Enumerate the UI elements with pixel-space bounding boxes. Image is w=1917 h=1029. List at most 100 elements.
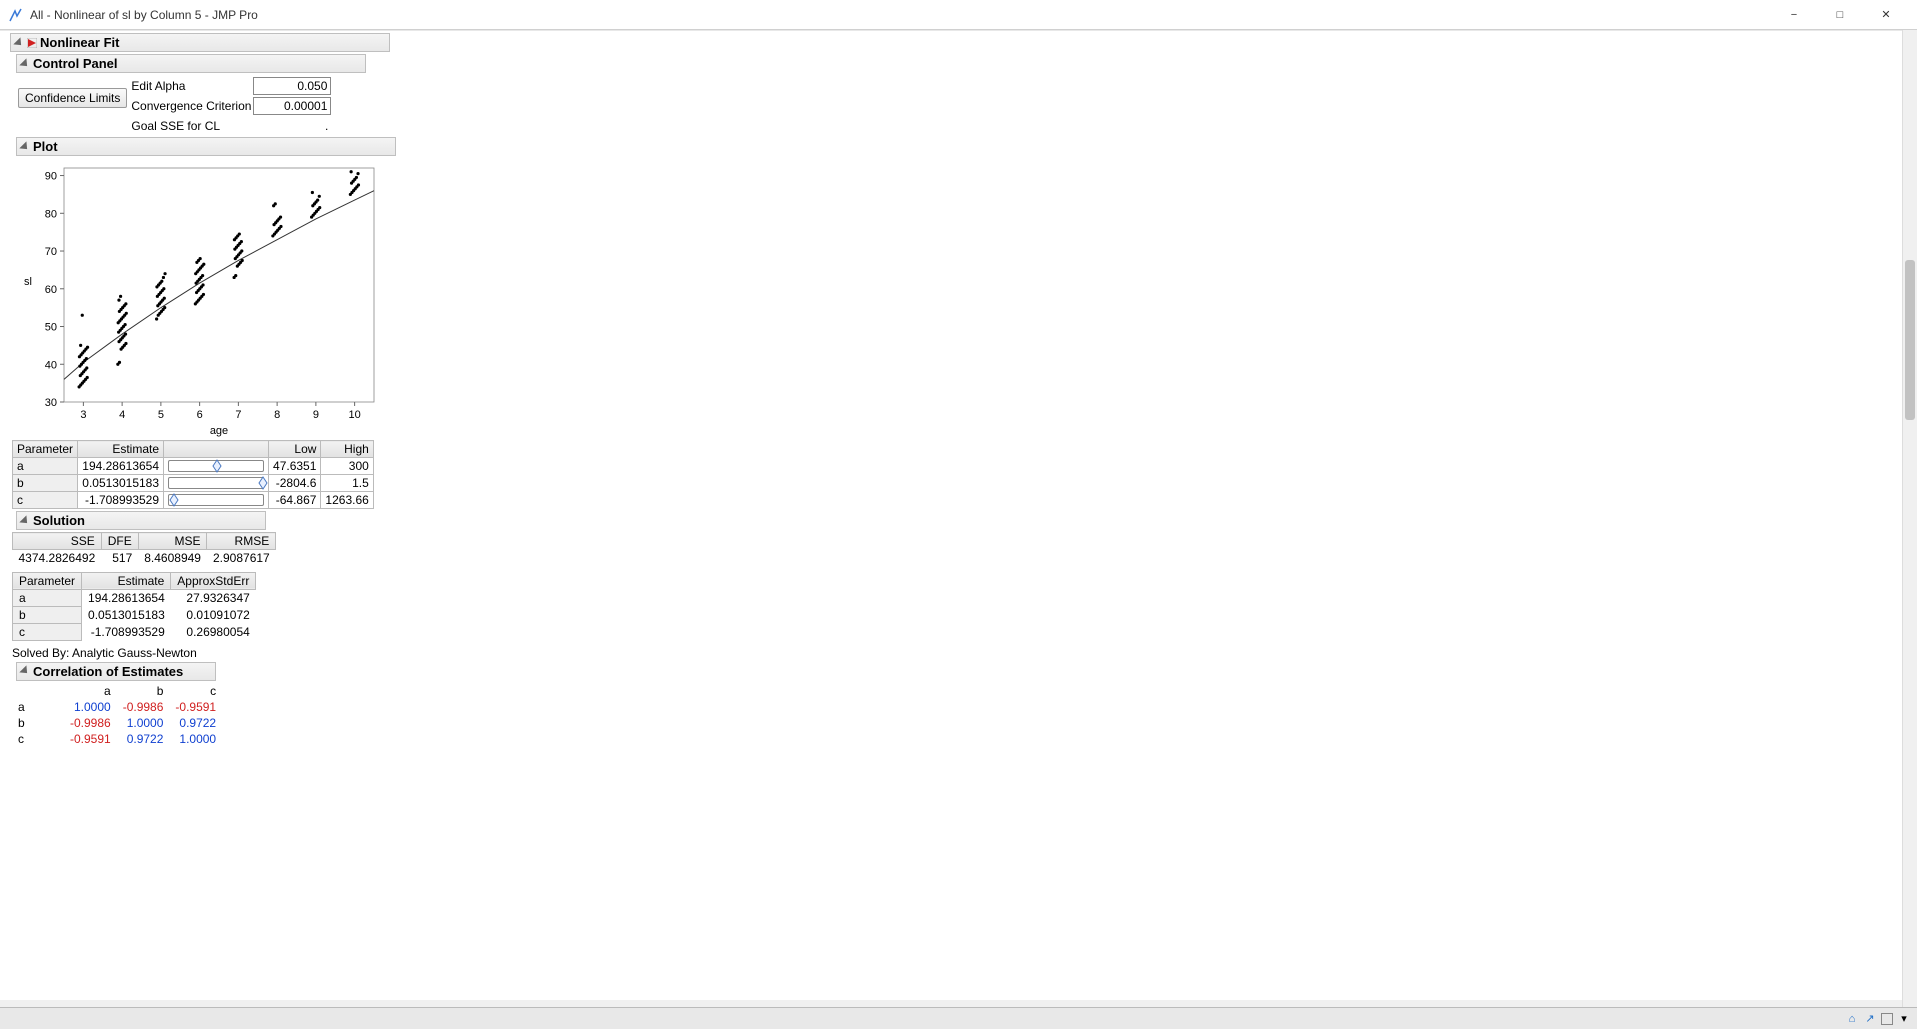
- nonlinear-fit-title: Nonlinear Fit: [40, 35, 119, 50]
- param-slider-cell: [164, 458, 269, 475]
- solved-by-row: Solved By: Analytic Gauss-Newton: [12, 646, 1917, 660]
- parameter-table: ParameterEstimateLowHigha194.2861365447.…: [12, 440, 374, 509]
- corr-value: -0.9986: [64, 715, 117, 731]
- disclosure-icon[interactable]: [13, 37, 24, 48]
- control-row: Edit Alpha: [131, 76, 331, 95]
- nonlinear-fit-header[interactable]: Nonlinear Fit: [10, 33, 390, 52]
- sol-param-header: Estimate: [82, 572, 171, 589]
- corr-row: b-0.99861.00000.9722: [12, 715, 222, 731]
- svg-text:3: 3: [80, 409, 86, 421]
- svg-text:4: 4: [119, 409, 125, 421]
- close-button[interactable]: ✕: [1863, 0, 1909, 30]
- correlation-header[interactable]: Correlation of Estimates: [16, 662, 216, 681]
- disclosure-icon[interactable]: [19, 141, 30, 152]
- home-icon[interactable]: ⌂: [1845, 1012, 1859, 1026]
- param-row: a194.2861365447.6351300: [13, 458, 374, 475]
- slider-thumb-icon[interactable]: [212, 459, 222, 473]
- sol-param-est: 0.0513015183: [82, 606, 171, 623]
- sol-param-se: 0.26980054: [171, 623, 256, 640]
- fit-header: SSE: [13, 533, 102, 550]
- control-label: Convergence Criterion: [131, 99, 253, 113]
- slider-thumb-icon[interactable]: [169, 493, 179, 507]
- svg-text:9: 9: [313, 409, 319, 421]
- fit-header: DFE: [101, 533, 138, 550]
- fit-value: 2.9087617: [207, 550, 276, 567]
- sol-param-row: b0.05130151830.01091072: [13, 606, 256, 623]
- correlation-table: abca1.0000-0.9986-0.9591b-0.99861.00000.…: [12, 683, 222, 747]
- disclosure-icon[interactable]: [19, 665, 30, 676]
- control-input[interactable]: [253, 77, 331, 95]
- svg-text:7: 7: [235, 409, 241, 421]
- sol-param-header: ApproxStdErr: [171, 572, 256, 589]
- sol-param-est: 194.28613654: [82, 589, 171, 606]
- svg-text:8: 8: [274, 409, 280, 421]
- corr-value: -0.9591: [169, 699, 222, 715]
- corr-row: c-0.95910.97221.0000: [12, 731, 222, 747]
- param-high: 1.5: [321, 475, 373, 492]
- slider-thumb-icon[interactable]: [258, 476, 268, 490]
- control-panel-body: Confidence Limits Edit Alpha Convergence …: [18, 76, 1917, 135]
- content-area: Nonlinear Fit Control Panel Confidence L…: [0, 30, 1917, 1000]
- sol-param-row: a194.2861365427.9326347: [13, 589, 256, 606]
- sol-param-se: 27.9326347: [171, 589, 256, 606]
- svg-text:80: 80: [45, 208, 57, 220]
- sol-param-header: Parameter: [13, 572, 82, 589]
- control-panel-title: Control Panel: [33, 56, 118, 71]
- param-header: Parameter: [13, 441, 78, 458]
- plot-title: Plot: [33, 139, 58, 154]
- fit-value: 4374.2826492: [13, 550, 102, 567]
- param-header: Low: [269, 441, 321, 458]
- arrow-icon[interactable]: ↗: [1863, 1012, 1877, 1026]
- sol-param-se: 0.01091072: [171, 606, 256, 623]
- svg-text:age: age: [210, 425, 228, 437]
- corr-header: c: [169, 683, 222, 699]
- control-label: Goal SSE for CL: [131, 119, 253, 133]
- control-row: Goal SSE for CL.: [131, 116, 331, 135]
- svg-text:6: 6: [197, 409, 203, 421]
- confidence-limits-button[interactable]: Confidence Limits: [18, 88, 127, 108]
- disclosure-icon[interactable]: [19, 515, 30, 526]
- sol-param-name: b: [13, 606, 82, 623]
- corr-value: 0.9722: [169, 715, 222, 731]
- disclosure-icon[interactable]: [19, 58, 30, 69]
- param-slider[interactable]: [168, 494, 264, 506]
- param-slider-cell: [164, 492, 269, 509]
- solution-header[interactable]: Solution: [16, 511, 266, 530]
- param-name: a: [13, 458, 78, 475]
- hotspot-icon[interactable]: [27, 38, 37, 48]
- sol-param-row: c-1.7089935290.26980054: [13, 623, 256, 640]
- param-slider[interactable]: [168, 477, 264, 489]
- svg-text:90: 90: [45, 171, 57, 183]
- window-title: All - Nonlinear of sl by Column 5 - JMP …: [30, 8, 1771, 22]
- param-high: 300: [321, 458, 373, 475]
- maximize-button[interactable]: □: [1817, 0, 1863, 30]
- checkbox-icon[interactable]: [1881, 1013, 1893, 1025]
- scatter-plot[interactable]: 30405060708090345678910agesl: [14, 158, 384, 438]
- param-row: c-1.708993529-64.8671263.66: [13, 492, 374, 509]
- dropdown-icon[interactable]: ▾: [1897, 1012, 1911, 1026]
- vertical-scrollbar[interactable]: [1902, 30, 1917, 1007]
- app-icon: [8, 7, 24, 23]
- control-panel-header[interactable]: Control Panel: [16, 54, 366, 73]
- minimize-button[interactable]: −: [1771, 0, 1817, 30]
- control-input[interactable]: [253, 97, 331, 115]
- corr-header: b: [117, 683, 170, 699]
- corr-value: -0.9986: [117, 699, 170, 715]
- control-label: Edit Alpha: [131, 79, 253, 93]
- plot-svg: 30405060708090345678910agesl: [14, 158, 384, 438]
- solved-by-label: Solved By:: [12, 646, 69, 660]
- param-low: 47.6351: [269, 458, 321, 475]
- plot-header[interactable]: Plot: [16, 137, 396, 156]
- param-slider[interactable]: [168, 460, 264, 472]
- sol-param-name: a: [13, 589, 82, 606]
- corr-value: 0.9722: [117, 731, 170, 747]
- svg-text:40: 40: [45, 359, 57, 371]
- fit-stats-table: SSEDFEMSERMSE4374.28264925178.46089492.9…: [12, 532, 276, 567]
- param-low: -2804.6: [269, 475, 321, 492]
- scrollbar-thumb[interactable]: [1905, 260, 1915, 420]
- svg-text:10: 10: [349, 409, 361, 421]
- solution-param-table: ParameterEstimateApproxStdErra194.286136…: [12, 572, 256, 641]
- corr-row-name: c: [12, 731, 64, 747]
- corr-value: -0.9591: [64, 731, 117, 747]
- fit-header: RMSE: [207, 533, 276, 550]
